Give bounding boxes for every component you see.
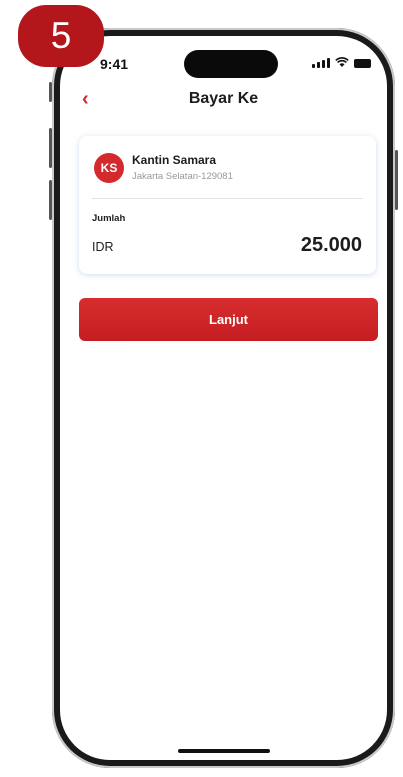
payment-card: KS Kantin Samara Jakarta Selatan-129081 …: [79, 136, 376, 274]
status-icons: [312, 57, 371, 68]
silent-switch: [49, 82, 52, 102]
battery-icon: [354, 59, 371, 68]
volume-down-button: [49, 180, 52, 220]
dynamic-island: [184, 50, 278, 78]
wifi-icon: [335, 57, 349, 67]
merchant-avatar: KS: [94, 153, 124, 183]
divider: [92, 198, 363, 199]
home-indicator: [178, 749, 270, 753]
currency-label: IDR: [92, 240, 114, 254]
amount-label: Jumlah: [92, 213, 126, 224]
power-button: [395, 150, 398, 210]
continue-button[interactable]: Lanjut: [79, 298, 378, 341]
merchant-name: Kantin Samara: [132, 153, 217, 167]
signal-icon: [312, 57, 330, 68]
page-title: Bayar Ke: [188, 90, 259, 107]
volume-up-button: [49, 128, 52, 168]
merchant-location: Jakarta Selatan-129081: [132, 171, 233, 182]
status-time: 9:41: [100, 56, 129, 72]
step-number-badge: 5: [18, 5, 104, 67]
phone-screen: 9:41 ‹ Bayar Ke KS Kantin Samara Jakarta…: [60, 36, 387, 760]
amount-value: 25.000: [300, 234, 362, 256]
